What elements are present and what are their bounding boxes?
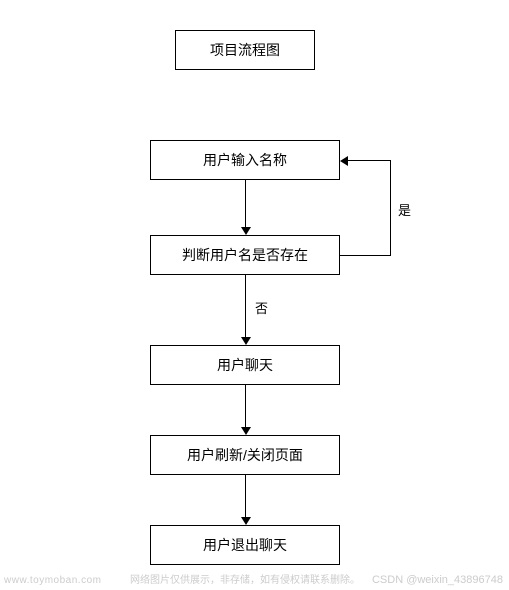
watermark-mid-text: 网络图片仅供展示，非存储，如有侵权请联系删除。 — [130, 575, 360, 586]
flowchart-diagram: 项目流程图 用户输入名称 判断用户名是否存在 是 否 用户聊天 用户刷新/关闭页… — [0, 0, 509, 590]
edge-loop-vertical — [390, 160, 391, 256]
arrow-head-icon — [241, 227, 251, 235]
watermark-right-text: CSDN @weixin_43896748 — [372, 574, 503, 586]
yes-label: 是 — [398, 200, 411, 219]
watermark-left-text: www.toymoban.com — [4, 575, 101, 586]
refresh-box: 用户刷新/关闭页面 — [150, 435, 340, 475]
refresh-text: 用户刷新/关闭页面 — [187, 445, 303, 465]
title-text: 项目流程图 — [210, 40, 280, 60]
arrow-head-icon — [241, 427, 251, 435]
chat-text: 用户聊天 — [217, 355, 273, 375]
watermark-right: CSDN @weixin_43896748 — [372, 574, 503, 586]
edge-loop-top — [348, 160, 391, 161]
watermark-mid: 网络图片仅供展示，非存储，如有侵权请联系删除。 — [130, 571, 360, 586]
input-name-text: 用户输入名称 — [203, 150, 287, 170]
arrow-head-icon — [340, 156, 348, 166]
edge-chat-to-refresh — [245, 385, 246, 427]
edge-check-to-chat — [245, 275, 246, 337]
exit-text: 用户退出聊天 — [203, 535, 287, 555]
chat-box: 用户聊天 — [150, 345, 340, 385]
exit-box: 用户退出聊天 — [150, 525, 340, 565]
no-text: 否 — [255, 301, 268, 316]
watermark-left: www.toymoban.com — [4, 575, 101, 586]
no-label: 否 — [255, 298, 268, 317]
arrow-head-icon — [241, 517, 251, 525]
edge-loop-bottom — [340, 255, 390, 256]
edge-input-to-check — [245, 180, 246, 228]
edge-refresh-to-exit — [245, 475, 246, 517]
input-name-box: 用户输入名称 — [150, 140, 340, 180]
check-user-text: 判断用户名是否存在 — [182, 245, 308, 265]
arrow-head-icon — [241, 337, 251, 345]
title-box: 项目流程图 — [175, 30, 315, 70]
check-user-box: 判断用户名是否存在 — [150, 235, 340, 275]
yes-text: 是 — [398, 203, 411, 218]
